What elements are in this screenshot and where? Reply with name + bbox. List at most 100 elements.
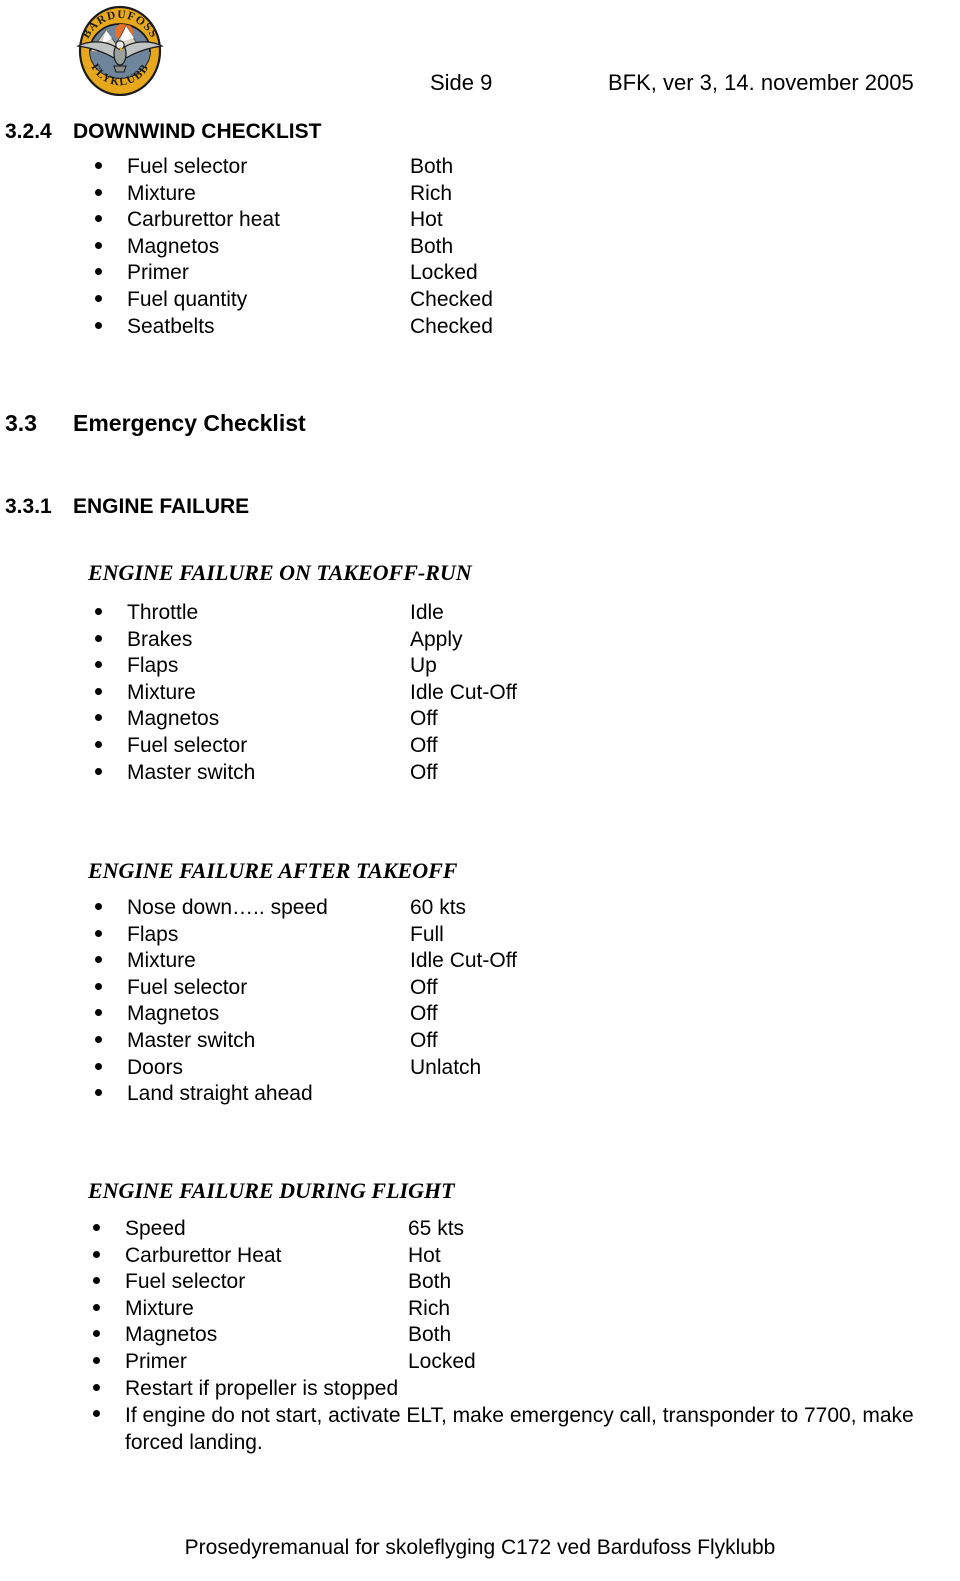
checklist-item-value: Checked (410, 287, 493, 311)
checklist-item-label: Mixture (125, 1296, 194, 1320)
bullet-icon (93, 1330, 100, 1338)
bullet-icon (95, 1089, 102, 1097)
bullet-icon (93, 1250, 100, 1258)
checklist-item-value: Both (410, 234, 454, 258)
checklist-item-value: 60 kts (410, 896, 467, 919)
document-version-label: BFK, ver 3, 14. november 2005 (608, 70, 914, 95)
checklist-item-label: Fuel selector (125, 1270, 246, 1294)
checklist-item-label: Magnetos (127, 234, 220, 258)
checklist-item-value: Idle (410, 601, 444, 624)
checklist-item-value: Both (408, 1323, 452, 1347)
checklist-item-value: Checked (410, 314, 493, 338)
checklist-item-label: Seatbelts (127, 314, 215, 338)
bullet-icon (95, 740, 102, 748)
bullet-icon (95, 1035, 102, 1043)
section-number: 3.3.1 (5, 495, 52, 518)
section-title: ENGINE FAILURE (73, 495, 250, 518)
checklist-item-label: Primer (125, 1349, 187, 1373)
subheading-engine-failure-on-takeoff-run: ENGINE FAILURE ON TAKEOFF-RUN (88, 560, 472, 585)
checklist-item-label: Master switch (127, 1028, 256, 1052)
checklist-item-value: Rich (408, 1296, 451, 1320)
bullet-icon (95, 903, 102, 910)
section-title: Emergency Checklist (73, 410, 306, 436)
bullet-icon (95, 215, 102, 223)
bullet-icon (95, 714, 102, 722)
bullet-icon (95, 1062, 102, 1070)
bullet-icon (95, 634, 102, 642)
section-title: DOWNWIND CHECKLIST (73, 120, 322, 143)
checklist-item-label: Fuel selector (127, 733, 248, 757)
checklist-item-value: Locked (408, 1349, 476, 1373)
bullet-icon (95, 661, 102, 669)
bullet-icon (95, 687, 102, 695)
checklist-item-label: Throttle (127, 601, 199, 624)
subheading-engine-failure-after-takeoff: ENGINE FAILURE AFTER TAKEOFF (88, 858, 458, 883)
bullet-icon (95, 982, 102, 990)
checklist-item-label: Mixture (127, 181, 196, 205)
checklist-item-value: Hot (408, 1243, 441, 1267)
checklist-item-label: Speed (125, 1217, 186, 1240)
section-number: 3.2.4 (5, 120, 52, 143)
checklist-item-value: Off (410, 707, 438, 731)
checklist-item-value: Full (410, 922, 444, 946)
checklist-item-label: Nose down….. speed (127, 896, 328, 919)
checklist-item-value: Hot (410, 208, 443, 232)
checklist-item-label: Doors (127, 1055, 184, 1079)
checklist-item-value: Up (410, 654, 437, 678)
checklist-item-label: Master switch (127, 760, 256, 784)
checklist-item-label: Brakes (127, 627, 193, 651)
checklist-item-label: Land straight ahead (127, 1082, 313, 1106)
bullet-icon (93, 1410, 100, 1418)
bullet-icon (95, 929, 102, 937)
checklist-item-label: Magnetos (127, 1002, 220, 1026)
bullet-icon (93, 1356, 100, 1364)
bullet-icon (95, 241, 102, 249)
checklist-item-label: Magnetos (127, 707, 220, 731)
checklist-item-label: Fuel selector (127, 155, 248, 178)
bullet-icon (95, 1009, 102, 1017)
checklist-item-label: Primer (127, 261, 189, 285)
bullet-icon (93, 1303, 100, 1311)
footer-document-title: Prosedyremanual for skoleflyging C172 ve… (184, 1536, 776, 1559)
checklist-item-value: Both (410, 155, 454, 178)
bullet-icon (95, 294, 102, 302)
bullet-icon (93, 1224, 100, 1231)
bullet-icon (93, 1383, 100, 1391)
page-footer: Prosedyremanual for skoleflyging C172 ve… (0, 1536, 960, 1560)
header-meta: Side 9 BFK, ver 3, 14. november 2005 (430, 70, 950, 100)
section-number: 3.3 (5, 410, 37, 436)
checklist-item-value: Off (410, 1028, 438, 1052)
checklist-item-label: Fuel quantity (127, 287, 248, 311)
checklist-item-label: Restart if propeller is stopped (125, 1376, 399, 1400)
bullet-icon (95, 162, 102, 169)
checklist-item-value: Idle Cut-Off (410, 680, 517, 704)
checklist-item-label: Carburettor Heat (125, 1243, 282, 1267)
checklist-item-value: Rich (410, 181, 453, 205)
checklist-item-label: Magnetos (125, 1323, 218, 1347)
checklist-item-label: Carburettor heat (127, 208, 280, 232)
checklist-item-value: Unlatch (410, 1055, 482, 1079)
checklist-item-label: Mixture (127, 949, 196, 973)
bullet-icon (95, 767, 102, 775)
checklist-item-label: Mixture (127, 680, 196, 704)
bardufoss-flyklubb-crest-icon: BARDUFOSS FLYKLUBB (68, 4, 172, 97)
checklist-item-value: Off (410, 760, 438, 784)
checklist-item-value: Off (410, 975, 438, 999)
subheading-engine-failure-during-flight: ENGINE FAILURE DURING FLIGHT (88, 1178, 455, 1203)
page-header: BARDUFOSS FLYKLUBB Side 9 BFK, ver 3, 14… (0, 0, 960, 108)
checklist-item-label: If engine do not start, activate ELT, ma… (125, 1404, 914, 1454)
checklist-item-value: Off (410, 1002, 438, 1026)
bullet-icon (95, 321, 102, 329)
checklist-item-value: 65 kts (408, 1217, 465, 1240)
bullet-icon (95, 956, 102, 964)
checklist-item-value: Off (410, 733, 438, 757)
bullet-icon (95, 188, 102, 196)
checklist-item-value: Both (408, 1270, 452, 1294)
bullet-icon (93, 1277, 100, 1285)
checklist-item-value: Locked (410, 261, 478, 285)
checklist-item-value: Idle Cut-Off (410, 949, 517, 973)
checklist-item-label: Flaps (127, 922, 179, 946)
page-number-label: Side 9 (430, 70, 493, 95)
bullet-icon (95, 268, 102, 276)
bullet-icon (95, 608, 102, 615)
